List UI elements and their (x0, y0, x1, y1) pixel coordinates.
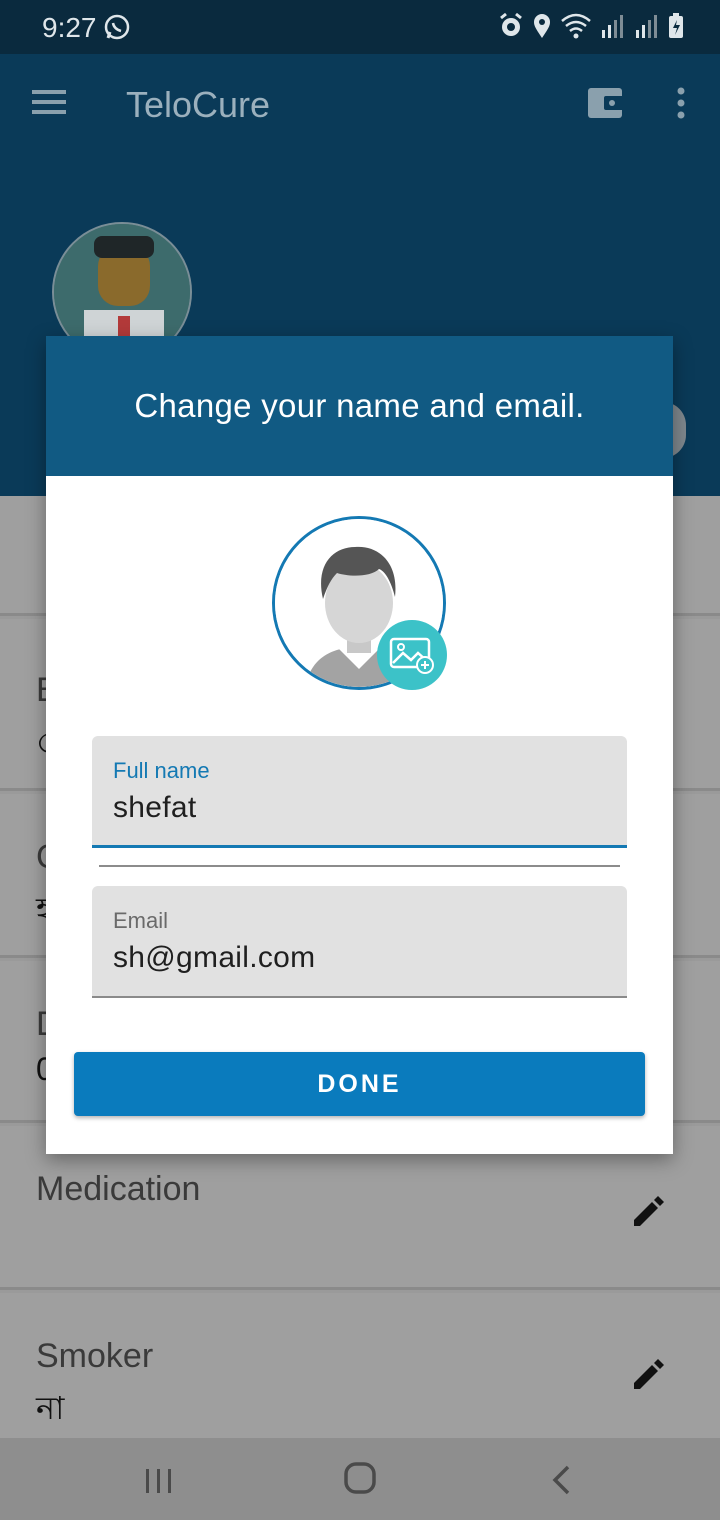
status-icons (498, 12, 684, 45)
done-button[interactable]: DONE (74, 1052, 645, 1116)
edit-icon[interactable] (630, 1357, 666, 1398)
dialog-title: Change your name and email. (134, 387, 585, 424)
location-icon (532, 12, 552, 45)
full-name-field[interactable]: Full name shefat (92, 736, 627, 848)
nav-bar (0, 1438, 720, 1520)
edit-icon[interactable] (630, 1194, 666, 1235)
email-label: Email (113, 908, 169, 933)
menu-icon[interactable] (32, 88, 66, 121)
list-item-title: Smoker (36, 1337, 154, 1375)
list-item-value: না (36, 1390, 65, 1426)
edit-profile-dialog: Change your name and email. Full name sh… (46, 336, 673, 1154)
signal-icon (600, 12, 626, 45)
whatsapp-icon (102, 12, 132, 47)
more-vert-icon[interactable] (674, 86, 688, 125)
divider (99, 865, 620, 867)
recent-apps-icon[interactable] (144, 1466, 174, 1501)
status-time: 9:27 (42, 12, 97, 43)
list-item-smoker[interactable]: Smoker না (0, 1293, 720, 1438)
back-icon[interactable] (548, 1464, 574, 1501)
full-name-label: Full name (113, 758, 210, 783)
full-name-input[interactable]: shefat (113, 791, 197, 825)
home-icon[interactable] (342, 1460, 378, 1501)
battery-icon (668, 12, 684, 45)
signal-icon (634, 12, 660, 45)
alarm-icon (498, 12, 524, 45)
wallet-icon[interactable] (588, 86, 624, 125)
wifi-icon (560, 12, 592, 45)
app-title: TeloCure (126, 84, 271, 125)
email-field[interactable]: Email sh@gmail.com (92, 886, 627, 998)
list-item-title: Medication (36, 1170, 201, 1208)
email-input[interactable]: sh@gmail.com (113, 941, 315, 975)
status-bar: 9:27 (0, 0, 720, 54)
dialog-header: Change your name and email. (46, 336, 673, 476)
add-photo-icon[interactable] (377, 620, 447, 690)
